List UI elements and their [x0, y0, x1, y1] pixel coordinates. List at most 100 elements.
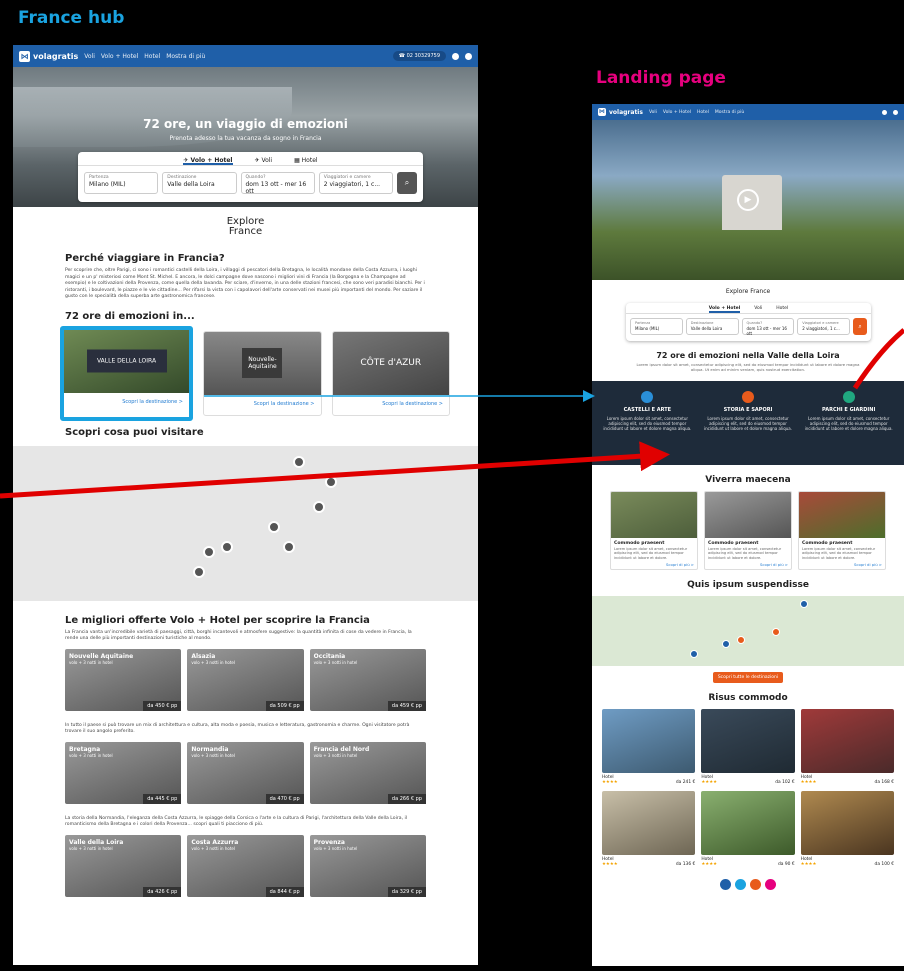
france-hub-panel: ⋈ volagratis Voli Volo + Hotel Hotel Most… — [13, 45, 478, 965]
tab-voli[interactable]: Voli — [754, 306, 762, 313]
landing-title: 72 ore di emozioni nella Valle della Loi… — [656, 351, 840, 360]
map-pin[interactable] — [221, 540, 233, 553]
origin-field[interactable]: Partenza Milano (MIL) — [84, 172, 159, 194]
offer-card[interactable]: Costa Azzurra volo + 3 notti in hotel da 8… — [187, 834, 304, 897]
nav-item-voli[interactable]: Voli — [649, 110, 657, 115]
destination-card-loira[interactable]: VALLE DELLA LOIRA Scopri la destinazione… — [60, 325, 194, 421]
map-pin[interactable] — [690, 650, 698, 659]
nav-item-volo-hotel[interactable]: Volo + Hotel — [101, 53, 138, 60]
offers-section: Le migliori offerte Volo + Hotel per sco… — [13, 601, 478, 897]
feature-card[interactable]: Commodo praesent Lorem ipsum dolor sit am… — [610, 490, 698, 571]
tab-volo-hotel[interactable]: Volo + Hotel — [708, 306, 741, 313]
feature-card[interactable]: Commodo praesent Lorem ipsum dolor sit am… — [798, 490, 886, 571]
map-pin[interactable] — [800, 600, 808, 609]
tab-volo-hotel[interactable]: ✈ Volo + Hotel — [183, 157, 233, 165]
destination-card-cote-azur[interactable]: CÔTE d'AZUR Scopri la destinazione > — [331, 330, 450, 416]
map-pin[interactable] — [737, 636, 745, 645]
map-pin[interactable] — [283, 540, 295, 553]
search-button[interactable]: ⌕ — [853, 318, 867, 335]
offer-card[interactable]: Occitania volo + 3 notti in hotel da 459 €… — [309, 648, 426, 711]
why-text: Per scoprire che, oltre Parigi, ci sono … — [65, 268, 425, 299]
themes-band: CASTELLI E ARTE Lorem ipsum dolor sit ame… — [592, 380, 904, 465]
logo-icon: ⋈ — [19, 50, 30, 62]
play-icon[interactable]: ▶ — [737, 189, 759, 211]
map-pin[interactable] — [313, 500, 325, 513]
brand-name: volagratis — [33, 51, 79, 61]
dates-field[interactable]: Quando? dom 13 ott - mer 16 ott — [240, 172, 315, 195]
all-destinations-button[interactable]: Scopri tutte le destinazioni — [713, 672, 783, 684]
phone-pill[interactable]: ☎ 02 30329759 — [392, 51, 446, 61]
travelers-field[interactable]: Viaggiatori e camere 2 viaggiatori, 1 c..… — [318, 172, 393, 194]
destination-link[interactable]: Scopri la destinazione > — [204, 395, 320, 413]
search-box: ✈ Volo + Hotel ✈ Voli ▦ Hotel Partenza Mi… — [78, 152, 423, 202]
hotel-card[interactable]: Hotel ★★★★ da 90 € — [701, 791, 795, 867]
landing-hero-video[interactable]: ▶ — [592, 120, 904, 280]
visit-title: Scopri cosa puoi visitare — [65, 426, 204, 438]
offer-card[interactable]: Provenza volo + 3 notti in hotel da 329 € … — [309, 834, 426, 897]
dates-field[interactable]: Quando? dom 13 ott - mer 16 ott — [741, 318, 795, 336]
search-icon: ⌕ — [858, 323, 862, 330]
theme-history: STORIA E SAPORI Lorem ipsum dolor sit ame… — [701, 390, 796, 455]
destination-link[interactable]: Scopri la destinazione > — [333, 395, 449, 413]
map-pin[interactable] — [193, 565, 205, 578]
pinterest-icon[interactable] — [765, 879, 776, 891]
hotel-card[interactable]: Hotel ★★★★ da 168 € — [800, 709, 894, 785]
feature-card[interactable]: Commodo praesent Lorem ipsum dolor sit am… — [704, 490, 792, 571]
tab-voli[interactable]: ✈ Voli — [255, 157, 273, 165]
twitter-icon[interactable] — [735, 879, 746, 891]
hotel-card[interactable]: Hotel ★★★★ da 100 € — [800, 791, 894, 867]
map-pin[interactable] — [772, 628, 780, 637]
map-pin[interactable] — [268, 520, 280, 533]
tab-hotel[interactable]: ▦ Hotel — [294, 157, 317, 165]
offer-card[interactable]: Bretagna volo + 3 notti in hotel da 445 € … — [65, 741, 182, 804]
map-pin[interactable] — [293, 455, 305, 468]
destination-card-aquitaine[interactable]: Nouvelle-Aquitaine Scopri la destinazion… — [203, 330, 322, 416]
logo-icon: ⋈ — [598, 108, 606, 116]
offer-card[interactable]: Valle della Loira volo + 3 notti in hotel… — [65, 834, 182, 897]
hotel-card[interactable]: Hotel ★★★★ da 136 € — [602, 791, 696, 867]
landing-navbar: ⋈ volagratis Voli Volo + Hotel Hotel Most… — [592, 104, 904, 120]
settings-icon[interactable] — [465, 52, 472, 60]
map-pin[interactable] — [325, 475, 337, 488]
brand-logo[interactable]: ⋈ volagratis — [19, 50, 79, 62]
why-title: Perché viaggiare in Francia? — [65, 253, 225, 264]
map-pin[interactable] — [722, 640, 730, 649]
brand-logo[interactable]: ⋈ volagratis — [598, 108, 643, 116]
nav-item-voli[interactable]: Voli — [84, 53, 95, 60]
landing-intro: Lorem ipsum dolor sit amet, consectetur … — [636, 362, 860, 372]
tab-hotel[interactable]: Hotel — [776, 306, 788, 313]
instagram-icon[interactable] — [750, 879, 761, 891]
phone-number: 02 30329759 — [406, 53, 440, 59]
settings-icon[interactable] — [893, 109, 898, 115]
destination-field[interactable]: Destinazione Valle della Loira — [162, 172, 237, 194]
nav-item-more[interactable]: Mostra di più — [166, 53, 205, 60]
nav-item-hotel[interactable]: Hotel — [144, 53, 160, 60]
nav-item-volo-hotel[interactable]: Volo + Hotel — [663, 110, 691, 115]
offer-card[interactable]: Alsazia volo + 3 notti in hotel da 509 € p… — [187, 648, 304, 711]
landing-map[interactable] — [592, 596, 904, 667]
food-icon — [742, 390, 754, 403]
hub-navbar: ⋈ volagratis Voli Volo + Hotel Hotel Most… — [13, 45, 478, 67]
nav-item-hotel[interactable]: Hotel — [697, 110, 709, 115]
map-pin[interactable] — [203, 545, 215, 558]
user-icon[interactable] — [882, 109, 887, 115]
landing-page-panel: ⋈ volagratis Voli Volo + Hotel Hotel Most… — [592, 104, 904, 966]
offer-card[interactable]: Normandia volo + 3 notti in hotel da 470 €… — [187, 741, 304, 804]
nav-item-more[interactable]: Mostra di più — [715, 110, 744, 115]
hub-hero: 72 ore, un viaggio di emozioni Prenota a… — [13, 67, 478, 207]
hotel-card[interactable]: Hotel ★★★★ da 241 € — [602, 709, 696, 785]
offer-card[interactable]: Nouvelle Aquitaine volo + 3 notti in hote… — [65, 648, 182, 711]
brand-name: volagratis — [609, 108, 643, 116]
travelers-field[interactable]: Viaggiatori e camere 2 viaggiatori, 1 c..… — [797, 318, 850, 335]
destination-field[interactable]: Destinazione Valle della Loira — [685, 318, 739, 335]
facebook-icon[interactable] — [720, 879, 731, 891]
hotel-card[interactable]: Hotel ★★★★ da 102 € — [701, 709, 795, 785]
offers-row-3: Valle della Loira volo + 3 notti in hotel… — [65, 834, 426, 897]
user-icon[interactable] — [452, 52, 459, 60]
offer-card[interactable]: Francia del Nord volo + 3 notti in hotel d… — [309, 741, 426, 804]
hub-map[interactable] — [13, 445, 478, 601]
landing-search-box: Volo + Hotel Voli Hotel Partenza Milano (… — [626, 303, 871, 341]
destination-link[interactable]: Scopri la destinazione > — [64, 393, 189, 411]
origin-field[interactable]: Partenza Milano (MIL) — [630, 318, 683, 335]
search-button[interactable]: ⌕ — [397, 172, 417, 194]
